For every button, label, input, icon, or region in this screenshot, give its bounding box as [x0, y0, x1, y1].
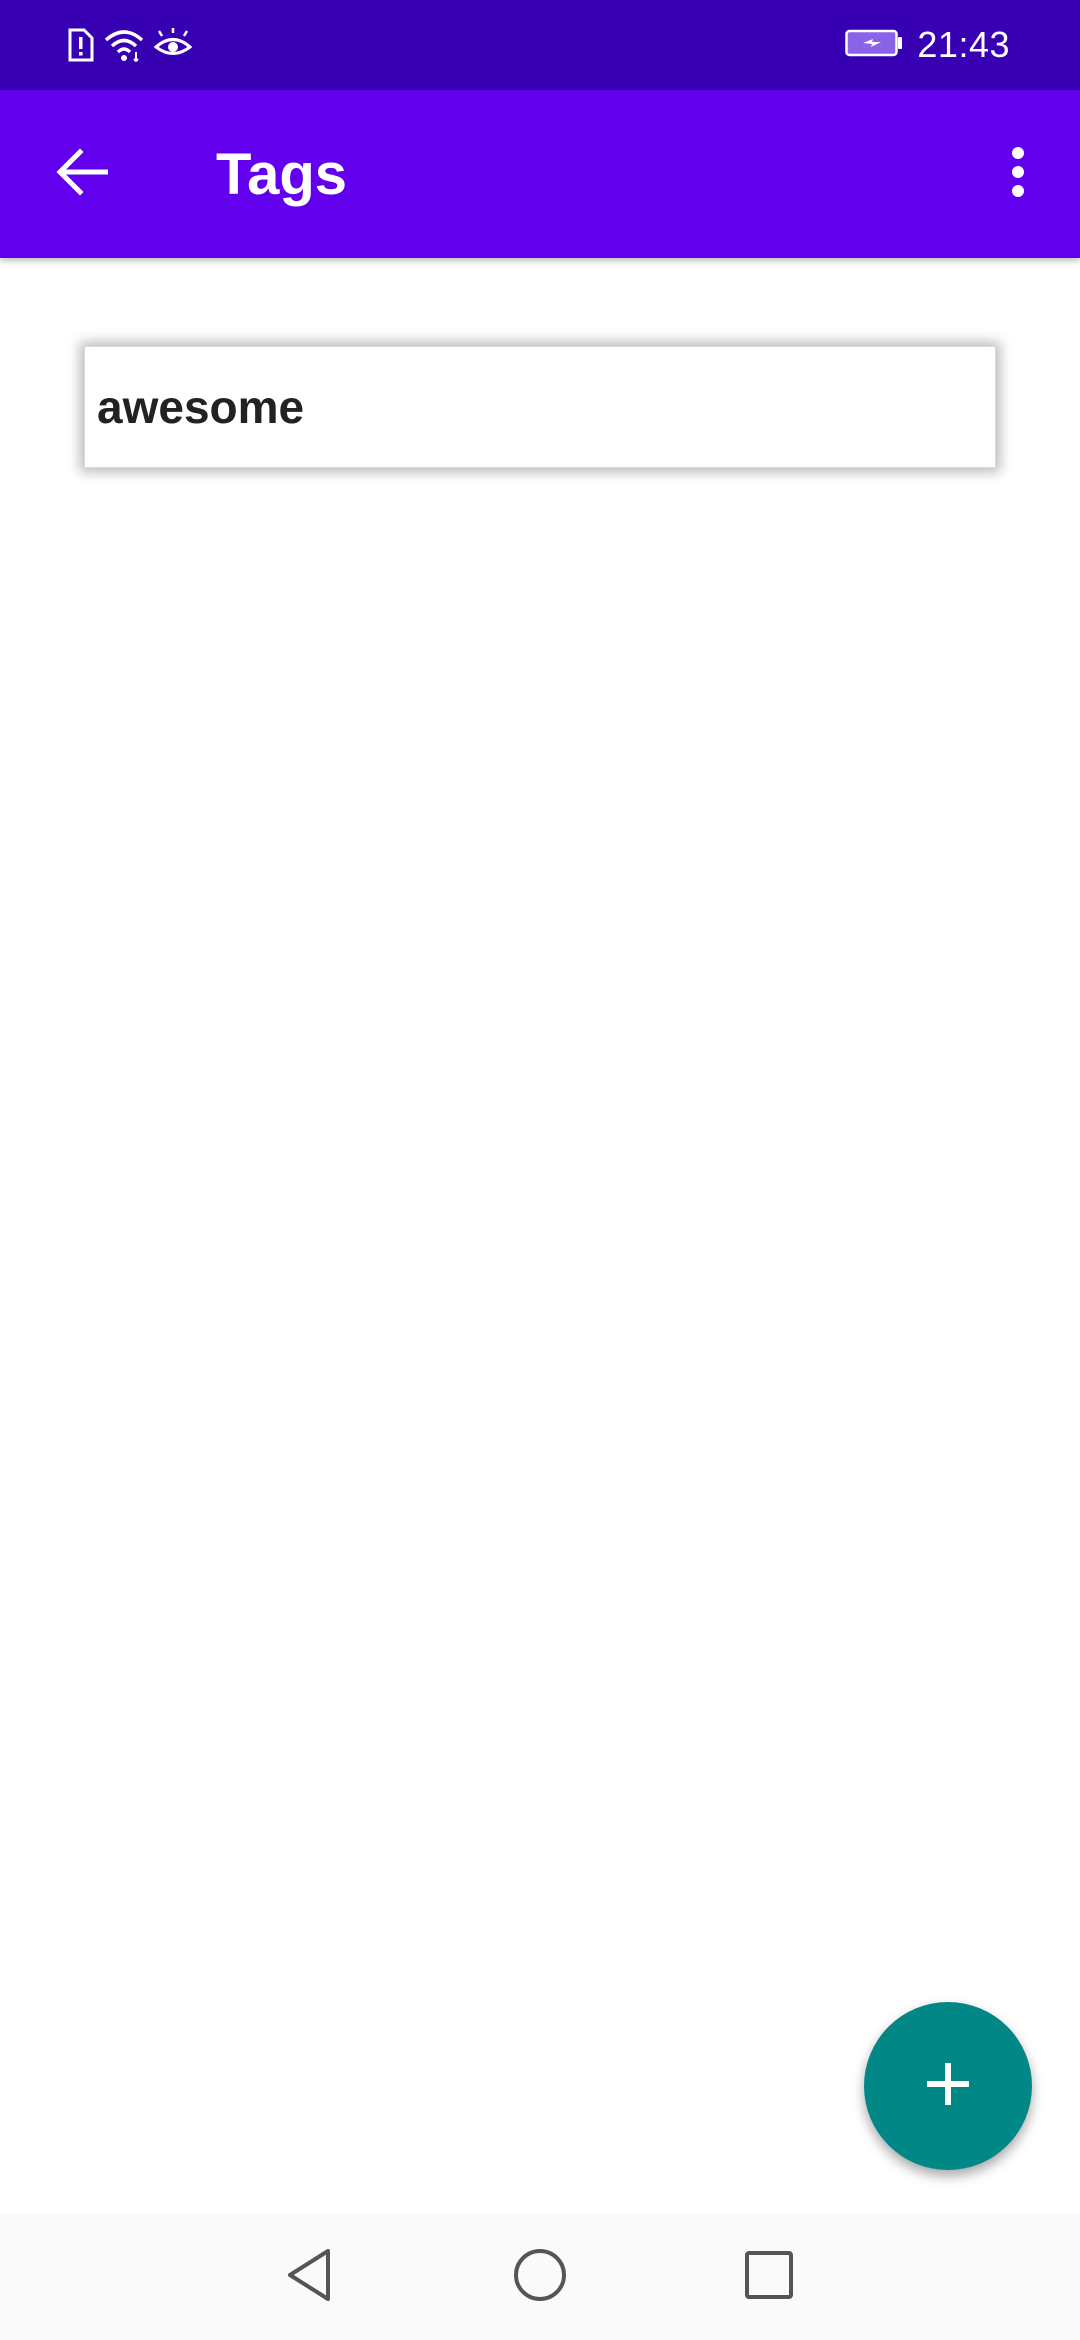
- battery-charging-icon: [845, 29, 903, 62]
- status-icons-right: 21:43: [845, 22, 1010, 68]
- nav-home-icon: [512, 2247, 568, 2308]
- tag-label: awesome: [97, 381, 305, 433]
- back-button[interactable]: [40, 132, 124, 216]
- status-icons-left: [66, 24, 192, 66]
- screen: 21:43 Tags awesome: [0, 0, 1080, 2340]
- nav-recents-icon: [743, 2249, 795, 2306]
- overflow-menu-button[interactable]: [976, 132, 1060, 216]
- more-vert-icon: [1011, 146, 1025, 202]
- nav-back-icon: [284, 2247, 334, 2308]
- sim-alert-icon: [66, 28, 94, 62]
- app-bar: Tags: [0, 90, 1080, 258]
- eye-comfort-icon: [154, 28, 192, 62]
- arrow-back-icon: [56, 147, 109, 201]
- plus-icon: [927, 2062, 969, 2110]
- tag-item[interactable]: awesome: [84, 346, 996, 468]
- nav-back-button[interactable]: [264, 2232, 354, 2322]
- page-title: Tags: [216, 142, 348, 207]
- wifi-icon: [104, 28, 144, 62]
- status-time: 21:43: [917, 24, 1010, 65]
- status-bar: 21:43: [0, 0, 1080, 90]
- nav-home-button[interactable]: [495, 2232, 585, 2322]
- nav-recents-button[interactable]: [724, 2232, 814, 2322]
- add-tag-button[interactable]: [864, 2002, 1032, 2170]
- system-nav-bar: [0, 2214, 1080, 2340]
